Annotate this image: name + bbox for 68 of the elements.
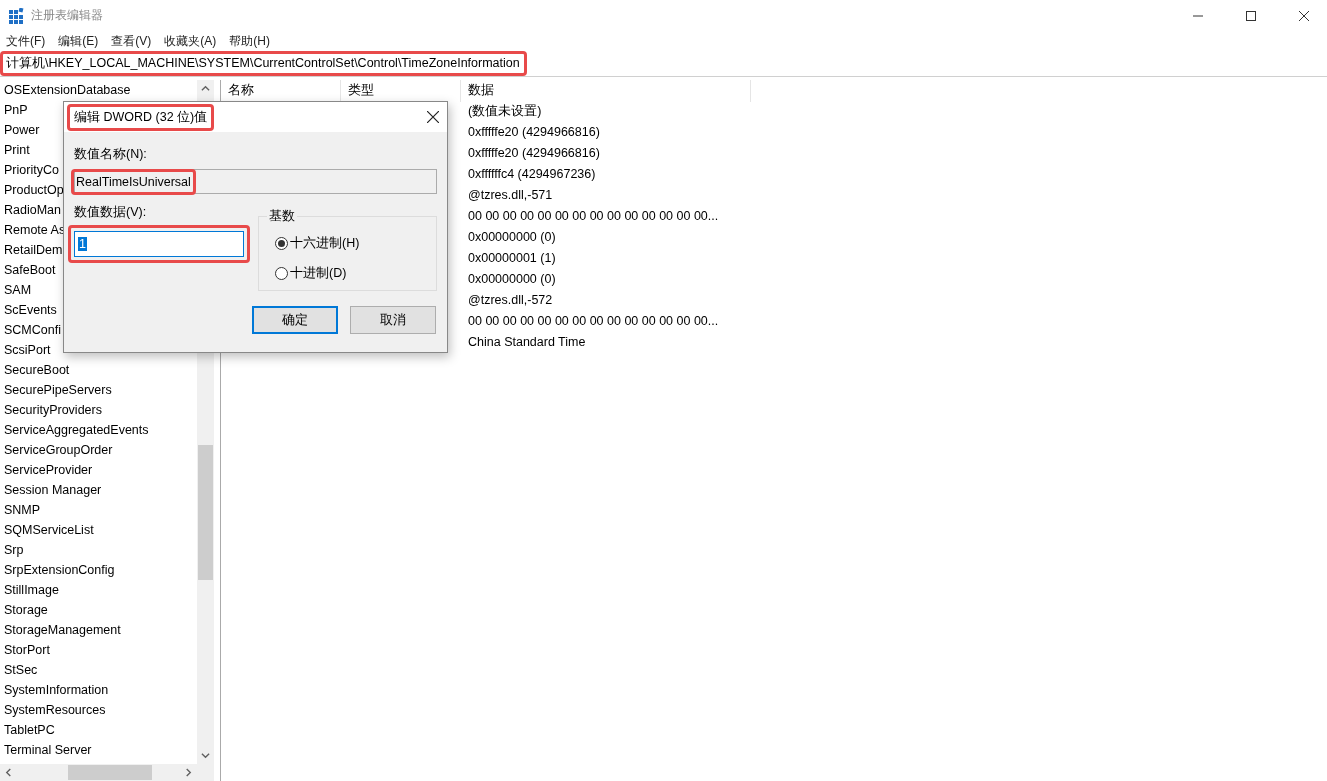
scroll-thumb[interactable] (198, 445, 213, 580)
tree-item[interactable]: SystemResources (4, 700, 197, 720)
data-cell-text: 00 00 00 00 00 00 00 00 00 00 00 00 00 00... (468, 313, 720, 330)
registry-icon (8, 7, 24, 24)
window-title: 注册表编辑器 (31, 7, 104, 24)
field-label: 数值名称(N): (74, 146, 148, 163)
menu-item[interactable]: 编辑(E) (58, 32, 99, 50)
tree-item[interactable]: ServiceProvider (4, 460, 197, 480)
radio-label: 十进制(D) (290, 265, 347, 282)
horizontal-scrollbar[interactable] (0, 764, 197, 781)
scroll-right-icon[interactable] (184, 768, 193, 777)
tree-item[interactable]: SecurePipeServers (4, 380, 197, 400)
tree-item[interactable]: StillImage (4, 580, 197, 600)
scroll-down-icon[interactable] (201, 751, 210, 760)
data-cell-text: 0x00000000 (0) (468, 229, 557, 246)
maximize-icon (1246, 10, 1256, 21)
tree-item[interactable]: StSec (4, 660, 197, 680)
tree-item[interactable]: SrpExtensionConfig (4, 560, 197, 580)
tree-item[interactable]: SecurityProviders (4, 400, 197, 420)
field-label: 数值数据(V): (74, 204, 148, 221)
data-cell-text: 0x00000001 (1) (468, 250, 557, 267)
tree-item[interactable]: StorageManagement (4, 620, 197, 640)
tree-item[interactable]: TabletPC (4, 720, 197, 740)
menu-item[interactable]: 文件(F) (6, 32, 46, 50)
tree-item[interactable]: Session Manager (4, 480, 197, 500)
tree-item[interactable]: SQMServiceList (4, 520, 197, 540)
tree-item[interactable]: ServiceAggregatedEvents (4, 420, 197, 440)
tree-item[interactable]: StorPort (4, 640, 197, 660)
address-field[interactable]: 计算机\HKEY_LOCAL_MACHINE\SYSTEM\CurrentControlSet\Control\TimeZoneInformation (0, 51, 527, 76)
tree-item[interactable]: ServiceGroupOrder (4, 440, 197, 460)
column-header[interactable]: 数据 (461, 80, 751, 102)
data-cell-text: 0xffffffc4 (4294967236) (468, 166, 597, 183)
scroll-thumb[interactable] (68, 765, 152, 780)
data-cell-text: @tzres.dll,-571 (468, 187, 554, 204)
data-field[interactable]: 1 (74, 231, 244, 257)
tree-item[interactable]: Storage (4, 600, 197, 620)
radio-icon[interactable] (275, 267, 288, 280)
name-field[interactable]: RealTimeIsUniversal (74, 169, 437, 194)
menu-item[interactable]: 查看(V) (111, 32, 152, 50)
data-cell-text: 00 00 00 00 00 00 00 00 00 00 00 00 00 00... (468, 208, 720, 225)
minimize-icon (1193, 14, 1203, 17)
scroll-up-icon[interactable] (201, 84, 210, 93)
cancel-button[interactable]: 取消 (350, 306, 436, 334)
data-cell-text: 0x00000000 (0) (468, 271, 557, 288)
menu-item[interactable]: 收藏夹(A) (164, 32, 217, 50)
tree-item[interactable]: SystemInformation (4, 680, 197, 700)
name-value: RealTimeIsUniversal (71, 168, 196, 195)
radio-icon[interactable] (275, 237, 288, 250)
data-cell-text: @tzres.dll,-572 (468, 292, 554, 309)
radio-option[interactable]: 十进制(D) (275, 265, 436, 282)
data-cell-text: (数值未设置) (468, 103, 543, 120)
close-icon (1299, 10, 1309, 21)
close-icon[interactable] (427, 111, 439, 123)
menu-item[interactable]: 帮助(H) (229, 32, 270, 50)
tree-item[interactable]: Terminal Server (4, 740, 197, 760)
tree-item[interactable]: SNMP (4, 500, 197, 520)
tree-item[interactable]: SecureBoot (4, 360, 197, 380)
data-cell-text: 0xfffffe20 (4294966816) (468, 145, 601, 162)
radio-label: 十六进制(H) (290, 235, 360, 252)
data-cell-text: 0xfffffe20 (4294966816) (468, 124, 601, 141)
group-label: 基数 (267, 208, 297, 225)
tree-item[interactable]: OSExtensionDatabase (4, 80, 197, 100)
scroll-left-icon[interactable] (4, 768, 13, 777)
data-cell-text: China Standard Time (468, 334, 587, 351)
dialog-title: 编辑 DWORD (32 位)值 (67, 103, 215, 131)
tree-item[interactable]: Srp (4, 540, 197, 560)
radio-option[interactable]: 十六进制(H) (275, 235, 436, 252)
ok-button[interactable]: 确定 (252, 306, 338, 334)
